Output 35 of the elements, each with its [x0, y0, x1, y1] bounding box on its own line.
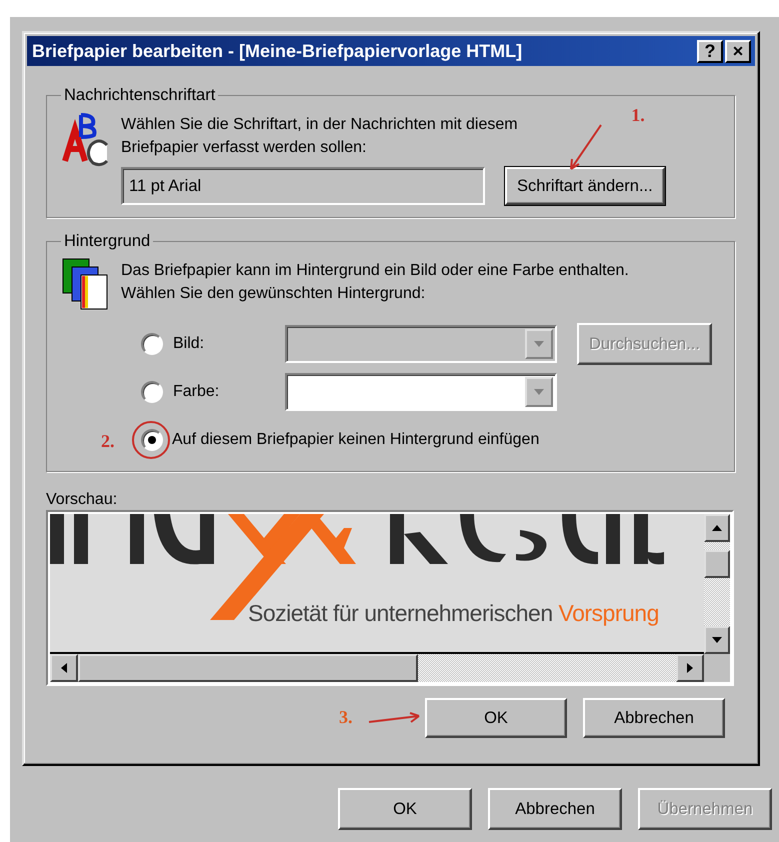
dialog-button[interactable]: OK — [338, 788, 472, 830]
radio-label[interactable]: Farbe: — [173, 383, 285, 401]
scroll-left-button[interactable] — [50, 654, 78, 682]
vertical-scrollbar[interactable] — [704, 514, 730, 654]
dialog-button[interactable]: Abbrechen — [583, 698, 725, 738]
help-button[interactable]: ? — [697, 40, 723, 62]
radio-label[interactable]: Auf diesem Briefpapier keinen Hintergrund einfügen — [172, 431, 540, 449]
horizontal-scrollbar[interactable] — [50, 654, 730, 682]
dropdown-field[interactable] — [285, 373, 557, 411]
font-icon — [61, 111, 111, 167]
change-font-button[interactable]: Schriftart ändern... — [505, 167, 665, 205]
group-title: Nachrichtenschriftart — [63, 86, 216, 105]
tagline-text: Sozietät für unternehmerischen Vorsprung — [248, 600, 659, 627]
scroll-thumb[interactable] — [704, 550, 730, 578]
description-text: Das Briefpapier kann im Hintergrund ein Bild oder eine Farbe enthalten. Wählen Sie den gewünschten Hintergrund: — [121, 261, 630, 304]
radio-button[interactable] — [141, 381, 163, 403]
preview-label: Vorschau: — [46, 490, 118, 510]
radio-button[interactable] — [141, 429, 163, 451]
window-title: Briefpapier bearbeiten - [Meine-Briefpapiervorlage HTML] — [32, 40, 522, 62]
close-button[interactable]: × — [725, 40, 751, 62]
scrollbar-corner — [704, 654, 730, 682]
step-label: 3. — [339, 707, 352, 728]
scroll-up-button[interactable] — [704, 514, 730, 542]
scroll-thumb[interactable] — [78, 654, 418, 682]
group-title: Hintergrund — [63, 232, 152, 251]
scroll-down-button[interactable] — [704, 626, 730, 654]
radio-button[interactable] — [141, 333, 163, 355]
step-label: 2. — [101, 431, 114, 452]
dialog-button[interactable]: Abbrechen — [488, 788, 622, 830]
scroll-right-button[interactable] — [676, 654, 704, 682]
description-text: Wählen Sie die Schriftart, in der Nachrichten mit diesem Briefpapier verfasst werden sollen: — [121, 115, 519, 158]
radio-label[interactable]: Bild: — [173, 335, 285, 353]
step-label: 1. — [631, 105, 645, 126]
dialog-button[interactable]: OK — [425, 698, 567, 738]
font-field[interactable]: 11 pt Arial — [121, 167, 485, 205]
